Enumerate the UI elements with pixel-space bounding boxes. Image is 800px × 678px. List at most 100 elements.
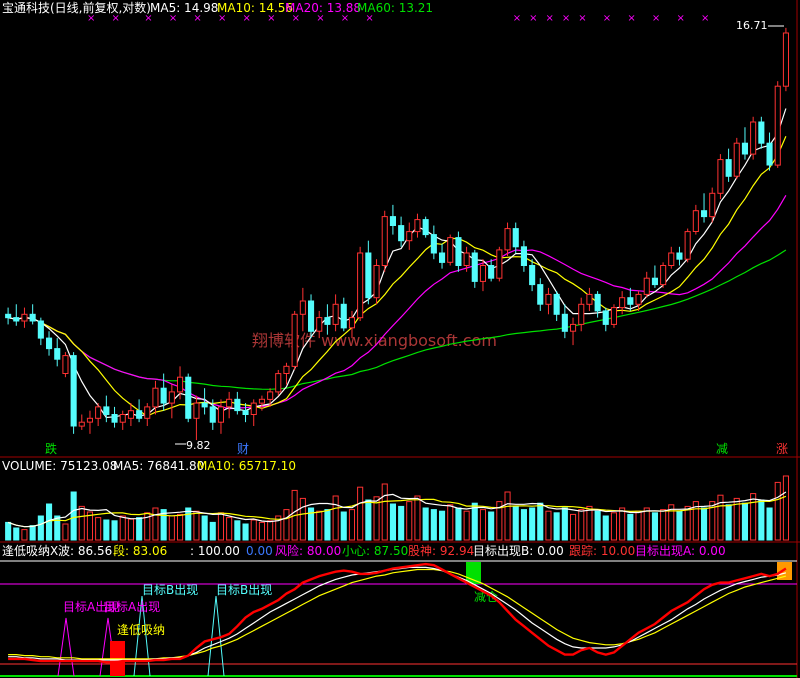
candle-body-up [496,249,503,279]
indicator-target-a: 目标出现A: 0.00 [635,544,726,558]
candle-body-up [177,376,184,393]
chart-canvas: 宝通科技(日线,前复权,对数) MA5: 14.98 MA10: 14.56 M… [0,0,800,678]
candle-body-up [414,219,421,233]
volume-bar-down [209,521,216,541]
candle-body-up [299,300,306,315]
volume-bar-down [29,525,36,541]
candle-body-up [193,402,200,419]
volume-bar-down [741,502,749,541]
signal-cross: × [218,13,226,24]
ma5-label: MA5: 14.98 [150,1,218,15]
candle [504,222,511,257]
candle-body-up [578,303,585,325]
volume-bar-down [512,505,519,541]
candle-body-down [627,297,634,305]
candle [275,369,282,396]
volume-bar-down [725,504,732,541]
signal-cross: × [292,13,300,24]
candle [365,240,372,305]
volume-bar-down [54,515,61,541]
volume-bar-up [381,483,388,541]
candle [5,307,12,325]
volume-bar-up [152,507,159,541]
volume-bar-down [111,520,118,541]
candle-body-down [701,210,708,218]
candle-body-up [586,293,593,305]
candle-body-up [381,216,388,267]
volume-bar-down [627,513,634,541]
annotation-target-b-2: 目标B出现 [216,583,272,597]
candle-body-up [250,402,257,416]
candle-body-up [62,355,69,375]
indicator-top: : 100.00 [190,544,240,558]
signal-cross: × [652,13,660,24]
stock-title: 宝通科技(日线,前复权,对数) [2,0,151,15]
volume-bar-up [619,507,626,541]
candle-body-down [5,313,12,319]
volume-bar-down [37,515,44,541]
marker-zhang: 涨 [776,441,788,456]
signal-cross: × [169,13,177,24]
marker-cai: 财 [237,442,249,456]
indicator-hold: 股神: 92.94 [408,544,474,558]
candle-body-down [136,410,143,419]
candle-body-down [46,337,53,350]
candle-body-down [324,317,331,325]
volume-bar-up [250,519,257,541]
candle [381,210,388,272]
candle-body-up [619,297,626,309]
candle [627,287,634,311]
volume-bar-down [439,510,446,541]
volume-bar-up [414,495,421,541]
candle-body-up [275,373,282,393]
candle-body-down [70,355,77,427]
candle-body-up [463,252,470,266]
signal-target-a-1 [57,617,75,677]
candle-body-up [78,421,85,427]
candle [340,297,347,332]
candle-body-up [21,313,28,322]
volume-bar-down [676,510,683,541]
candle-body-up [152,387,159,408]
candle [70,352,77,434]
candle-body-up [373,265,380,299]
candle-body-up [717,159,724,194]
volume-bar-up [332,495,339,541]
signal-cross: × [562,13,570,24]
candle-body-up [357,252,364,319]
volume-bar-up [504,491,511,541]
candle-body-up [750,121,757,155]
candle [78,414,85,430]
volume-bar-down [430,509,437,541]
signal-cross: × [676,13,684,24]
candle [430,225,437,260]
candle-body-up [119,414,126,423]
candle-body-down [103,406,110,415]
volume-bar-up [578,509,585,541]
volume-bar-up [684,505,691,541]
signal-cross: × [578,13,586,24]
candle [291,310,298,370]
candle [455,231,462,272]
indicator-careful: 小心: 87.50 [342,544,408,558]
candle-body-down [201,402,208,408]
stock-chart-window: 宝通科技(日线,前复权,对数) MA5: 14.98 MA10: 14.56 M… [0,0,800,678]
volume-bar-down [455,507,462,541]
volume-bar-up [119,515,126,541]
volume-bar-down [201,515,208,541]
candle [717,154,724,200]
candle [357,246,364,322]
volume-bar-down [529,507,536,541]
candle [496,246,503,282]
candle [701,193,708,223]
marker-die: 跌 [45,441,57,456]
volume-ma10-label: MA10: 65717.10 [197,459,296,473]
volume-bar-up [610,512,618,541]
high-price-label: 16.71 [736,19,768,32]
candle-body-down [185,376,192,419]
signal-cross: × [545,13,553,24]
volume-bar-up [660,509,667,541]
volume-bar-down [701,507,708,541]
candle-body-down [54,348,61,360]
candle [86,410,94,434]
